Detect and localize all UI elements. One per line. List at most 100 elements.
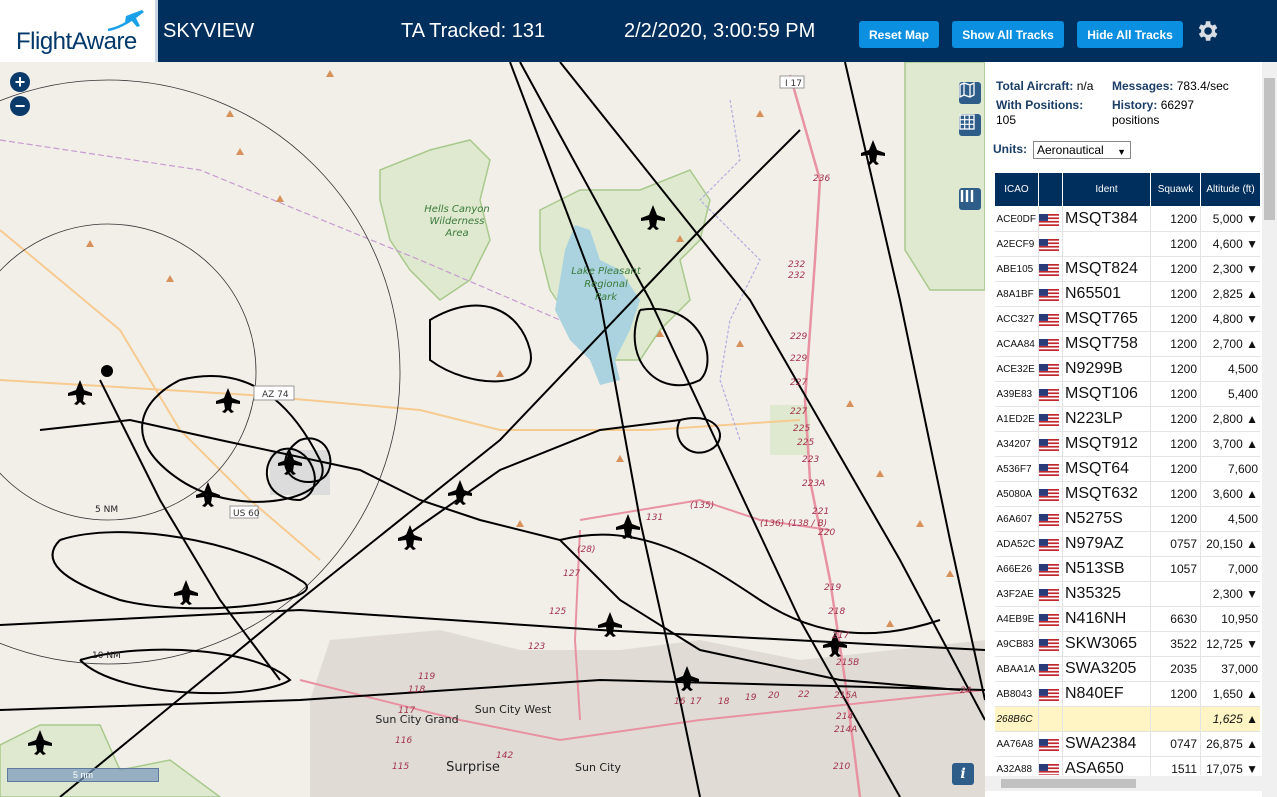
table-row[interactable]: A39E83 MSQT106 1200 5,400 <box>994 381 1260 407</box>
svg-text:16: 16 <box>674 697 686 707</box>
cell-icao: ACAA84 <box>994 331 1039 357</box>
table-row[interactable]: A9CB83 SKW3065 3522 12,725 ▼ <box>994 631 1260 657</box>
svg-text:232: 232 <box>788 271 805 281</box>
reset-map-button[interactable]: Reset Map <box>859 21 939 48</box>
label-lake-pleasant-3: Park <box>595 292 618 303</box>
cell-flag <box>1038 406 1063 432</box>
col-altitude[interactable]: Altitude (ft) <box>1200 172 1260 207</box>
zoom-out-button[interactable]: − <box>10 96 30 116</box>
cell-icao: A3F2AE <box>994 581 1039 607</box>
table-row[interactable]: A536F7 MSQT64 1200 7,600 <box>994 456 1260 482</box>
table-row[interactable]: ACAA84 MSQT758 1200 2,700 ▲ <box>994 331 1260 357</box>
table-row[interactable]: A1ED2E N223LP 1200 2,800 ▲ <box>994 406 1260 432</box>
cell-squawk: 1511 <box>1150 756 1201 775</box>
cell-ident: MSQT384 <box>1062 206 1151 232</box>
info-button[interactable]: i <box>952 763 974 785</box>
vertical-scroll-thumb[interactable] <box>1264 78 1275 220</box>
label-hells-canyon-3: Area <box>444 228 468 239</box>
flightaware-logo[interactable]: FlightAware <box>0 0 158 62</box>
cell-squawk: 1200 <box>1150 306 1201 332</box>
map-icon <box>959 82 975 98</box>
cell-squawk <box>1150 706 1201 732</box>
units-select[interactable]: Aeronautical <box>1033 141 1131 160</box>
cell-flag <box>1038 581 1063 607</box>
map-canvas[interactable]: Hells Canyon Wilderness Area Lake Pleasa… <box>0 62 985 797</box>
table-row[interactable]: 268B6C 1,625 ▲ <box>994 706 1260 732</box>
us-flag-icon <box>1039 213 1059 226</box>
cell-icao: A2ECF9 <box>994 231 1039 257</box>
app-title: SKYVIEW <box>163 20 255 42</box>
table-row[interactable]: A3F2AE N35325 2,300 ▼ <box>994 581 1260 607</box>
cell-flag <box>1038 281 1063 307</box>
cell-flag <box>1038 356 1063 382</box>
cell-altitude: 20,150 ▲ <box>1200 531 1260 557</box>
us-flag-icon <box>1039 663 1059 676</box>
cell-altitude: 37,000 <box>1200 656 1260 682</box>
aircraft-table-wrap[interactable]: ICAO Ident Squawk Altitude (ft) ACE0DF MS… <box>994 172 1260 775</box>
table-row[interactable]: A32A88 ASA650 1511 17,075 ▼ <box>994 756 1260 775</box>
columns-toggle-button[interactable] <box>959 188 981 210</box>
table-row[interactable]: ABAA1A SWA3205 2035 37,000 <box>994 656 1260 682</box>
table-row[interactable]: ADA52C N979AZ 0757 20,150 ▲ <box>994 531 1260 557</box>
table-row[interactable]: A2ECF9 1200 4,600 ▼ <box>994 231 1260 257</box>
cell-altitude: 7,000 <box>1200 556 1260 582</box>
az74-road <box>0 379 801 431</box>
table-row[interactable]: A4EB9E N416NH 6630 10,950 <box>994 606 1260 632</box>
table-row[interactable]: ACE32E N9299B 1200 4,500 <box>994 356 1260 382</box>
zoom-in-button[interactable]: + <box>10 72 30 92</box>
cell-ident: N35325 <box>1062 581 1151 607</box>
header-bar: FlightAware SKYVIEW TA Tracked: 131 2/2/… <box>0 0 1277 62</box>
col-flag[interactable] <box>1038 172 1063 207</box>
cell-squawk: 1200 <box>1150 356 1201 382</box>
us-flag-icon <box>1039 763 1059 775</box>
receiver-site <box>101 365 113 377</box>
horizontal-scroll-thumb[interactable] <box>1001 779 1136 788</box>
tracked-count: TA Tracked: 131 <box>401 20 546 42</box>
col-ident[interactable]: Ident <box>1062 172 1151 207</box>
cell-altitude: 26,875 ▲ <box>1200 731 1260 757</box>
cell-icao: ACE32E <box>994 356 1039 382</box>
cell-ident: MSQT912 <box>1062 431 1151 457</box>
units-label: Units: <box>993 142 1027 156</box>
table-row[interactable]: A5080A MSQT632 1200 3,600 ▲ <box>994 481 1260 507</box>
cell-squawk: 1200 <box>1150 256 1201 282</box>
table-row[interactable]: A66E26 N513SB 1057 7,000 <box>994 556 1260 582</box>
cell-icao: AB8043 <box>994 681 1039 707</box>
col-icao[interactable]: ICAO <box>994 172 1039 207</box>
show-all-tracks-button[interactable]: Show All Tracks <box>952 21 1064 48</box>
table-row[interactable]: A6A607 N5275S 1200 4,500 <box>994 506 1260 532</box>
history-stat: History: 66297 <box>1112 98 1195 112</box>
grid-toggle-button[interactable] <box>959 114 981 136</box>
table-row[interactable]: ACC327 MSQT765 1200 4,800 ▼ <box>994 306 1260 332</box>
svg-text:229: 229 <box>790 332 807 342</box>
range-ring-10nm <box>0 79 401 665</box>
cell-altitude: 10,950 <box>1200 606 1260 632</box>
cell-ident: N840EF <box>1062 681 1151 707</box>
col-squawk[interactable]: Squawk <box>1150 172 1201 207</box>
table-row[interactable]: AA76A8 SWA2384 0747 26,875 ▲ <box>994 731 1260 757</box>
label-sun-city: Sun City <box>575 761 621 774</box>
cell-flag <box>1038 556 1063 582</box>
cell-squawk: 0747 <box>1150 731 1201 757</box>
gear-icon[interactable] <box>1194 18 1220 44</box>
map-layers-button[interactable] <box>959 82 981 104</box>
cell-flag <box>1038 656 1063 682</box>
table-row[interactable]: AB8043 N840EF 1200 1,650 ▲ <box>994 681 1260 707</box>
table-row[interactable]: A34207 MSQT912 1200 3,700 ▲ <box>994 431 1260 457</box>
cell-ident: N223LP <box>1062 406 1151 432</box>
table-row[interactable]: ACE0DF MSQT384 1200 5,000 ▼ <box>994 206 1260 232</box>
cell-flag <box>1038 231 1063 257</box>
south-west-park <box>0 724 222 797</box>
table-row[interactable]: A8A1BF N65501 1200 2,825 ▲ <box>994 281 1260 307</box>
cell-ident: MSQT106 <box>1062 381 1151 407</box>
table-row[interactable]: ABE105 MSQT824 1200 2,300 ▼ <box>994 256 1260 282</box>
messages-stat: Messages: 783.4/sec <box>1112 79 1229 93</box>
cell-icao: ADA52C <box>994 531 1039 557</box>
cell-altitude: 2,700 ▲ <box>1200 331 1260 357</box>
columns-icon <box>960 190 974 202</box>
cell-altitude: 1,650 ▲ <box>1200 681 1260 707</box>
cell-altitude: 7,600 <box>1200 456 1260 482</box>
us-flag-icon <box>1039 338 1059 351</box>
cell-flag <box>1038 631 1063 657</box>
hide-all-tracks-button[interactable]: Hide All Tracks <box>1077 21 1183 48</box>
